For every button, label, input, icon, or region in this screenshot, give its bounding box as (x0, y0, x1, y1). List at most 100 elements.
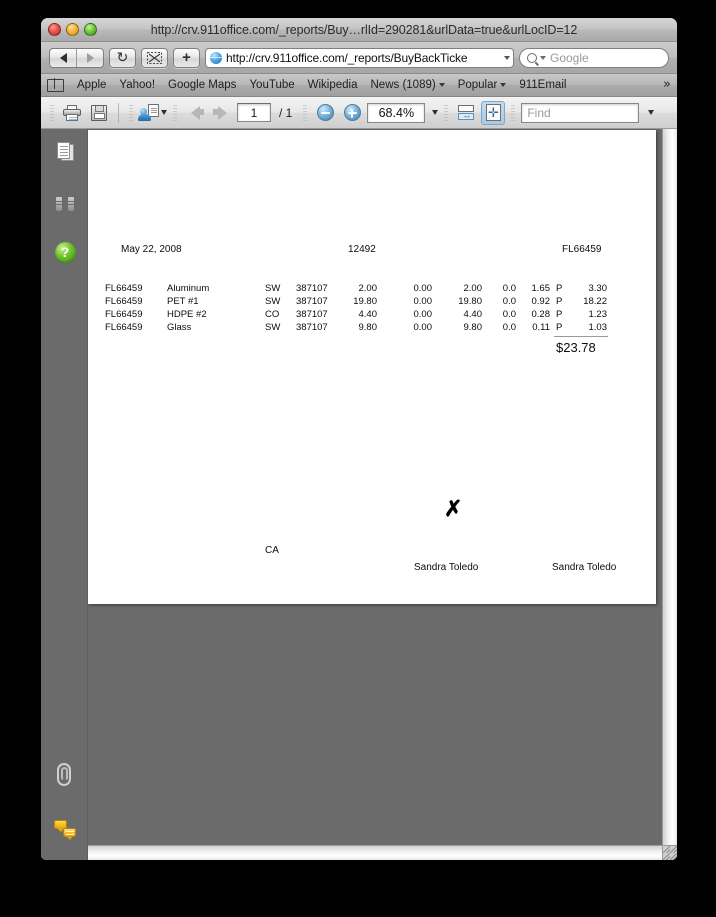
comment-bubbles-icon (54, 819, 76, 840)
sidebar-item-search[interactable] (52, 191, 78, 217)
bookmark-youtube[interactable]: YouTube (249, 79, 294, 91)
bookmark-label: Popular (457, 79, 498, 91)
cell-location: FL66459 (105, 309, 143, 320)
cell-amount: 18.22 (583, 296, 607, 307)
zoom-level-input[interactable]: 68.4% (367, 102, 426, 123)
back-button[interactable] (50, 49, 76, 67)
forward-button[interactable] (76, 48, 103, 67)
table-row: FL66459 HDPE #2 CO 387107 4.40 0.00 4.40… (88, 309, 656, 322)
signature-left: Sandra Toledo (414, 562, 479, 573)
bookmark-apple[interactable]: Apple (77, 79, 106, 91)
bookmark-label: Yahoo! (119, 79, 156, 91)
snippet-button[interactable] (141, 47, 168, 68)
url-input[interactable]: http://crv.911office.com/_reports/BuyBac… (205, 47, 514, 68)
cell-flag: P (556, 296, 563, 307)
cell-gross: 9.80 (358, 322, 378, 333)
page-number-input[interactable]: 1 (237, 103, 271, 122)
sidebar-item-pages[interactable] (52, 139, 78, 165)
bookmark-google-maps[interactable]: Google Maps (168, 79, 236, 91)
state-code: CA (265, 545, 279, 556)
cell-percent: 0.0 (502, 309, 516, 320)
cell-tare: 0.00 (413, 296, 433, 307)
search-icon (527, 52, 537, 63)
next-page-button[interactable] (210, 101, 234, 125)
toolbar-grip[interactable] (129, 104, 133, 121)
cell-type: SW (265, 283, 281, 294)
save-button[interactable] (87, 101, 111, 125)
minimize-button[interactable] (66, 23, 79, 36)
previous-page-button[interactable] (183, 101, 207, 125)
floppy-disk-icon (91, 104, 107, 121)
cell-percent: 0.0 (502, 283, 516, 294)
ticket-number: 12492 (348, 244, 376, 255)
chevron-down-icon[interactable] (648, 110, 655, 115)
cell-material: PET #1 (167, 296, 199, 307)
toolbar-grip[interactable] (173, 104, 177, 121)
toolbar-grip[interactable] (50, 104, 54, 121)
zoom-button[interactable] (84, 23, 97, 36)
binoculars-icon (55, 196, 75, 212)
sign-document-button[interactable] (138, 101, 167, 125)
sidebar-item-comments[interactable] (52, 815, 78, 841)
bookmarks-overflow-icon[interactable]: » (663, 77, 671, 92)
cell-rate: 0.28 (531, 309, 551, 320)
chevron-down-icon (438, 83, 445, 87)
find-input[interactable]: Find (521, 102, 640, 123)
add-bookmark-button[interactable]: + (173, 47, 200, 68)
reload-button[interactable]: ↻ (109, 47, 136, 68)
print-button[interactable] (60, 101, 84, 125)
pdf-canvas[interactable]: May 22, 2008 12492 FL66459 FL66459 Alumi… (88, 129, 677, 860)
bookmark-label: News (1089) (370, 79, 436, 91)
chevron-down-icon[interactable] (540, 55, 546, 60)
divider (118, 102, 119, 123)
cell-net: 2.00 (463, 283, 483, 294)
bookmark-label: YouTube (249, 79, 295, 91)
next-page-arrow-icon (212, 105, 232, 121)
bookmark-911email[interactable]: 911Email (519, 79, 566, 91)
bookmark-popular[interactable]: Popular (458, 79, 507, 91)
cell-gross: 4.40 (358, 309, 378, 320)
fit-width-button[interactable] (454, 101, 478, 125)
sidebar-item-attachments[interactable] (52, 762, 78, 788)
plus-icon: + (182, 49, 191, 66)
toolbar-grip[interactable] (511, 104, 516, 121)
close-button[interactable] (48, 23, 61, 36)
zoom-out-button[interactable] (313, 101, 337, 125)
forward-arrow-icon (86, 52, 94, 63)
sign-document-icon (138, 104, 159, 121)
cell-tare: 0.00 (413, 309, 433, 320)
cell-cert: 387107 (296, 309, 328, 320)
book-icon[interactable] (47, 78, 64, 92)
sidebar-item-help[interactable]: ? (52, 239, 78, 265)
fit-page-icon (485, 104, 501, 121)
cell-percent: 0.0 (502, 322, 516, 333)
cell-flag: P (556, 309, 563, 320)
cell-type: CO (265, 309, 280, 320)
chevron-down-icon[interactable] (504, 55, 510, 60)
cell-tare: 0.00 (413, 283, 433, 294)
fit-page-button[interactable] (481, 100, 506, 125)
snippet-icon (147, 51, 162, 64)
table-row: FL66459 Glass SW 387107 9.80 0.00 9.80 0… (88, 322, 656, 335)
cell-type: SW (265, 322, 281, 333)
url-text: http://crv.911office.com/_reports/BuyBac… (226, 50, 468, 65)
chevron-down-icon[interactable] (432, 110, 439, 115)
table-row: FL66459 PET #1 SW 387107 19.80 0.00 19.8… (88, 296, 656, 309)
chevron-down-icon (500, 83, 507, 87)
zoom-in-icon (343, 104, 361, 121)
chevron-down-icon[interactable] (161, 110, 167, 115)
bookmark-label: Wikipedia (307, 79, 358, 91)
bookmark-yahoo[interactable]: Yahoo! (119, 79, 155, 91)
resize-grip[interactable] (662, 845, 677, 860)
horizontal-scrollbar[interactable] (88, 845, 662, 860)
bookmark-wikipedia[interactable]: Wikipedia (308, 79, 358, 91)
bookmark-news[interactable]: News (1089) (371, 79, 445, 91)
toolbar-grip[interactable] (444, 104, 449, 121)
cell-gross: 19.80 (353, 296, 377, 307)
cell-flag: P (556, 322, 563, 333)
toolbar-grip[interactable] (303, 104, 308, 121)
search-input[interactable]: Google (519, 47, 669, 68)
vertical-scrollbar[interactable] (662, 129, 677, 845)
zoom-in-button[interactable] (340, 101, 364, 125)
cell-cert: 387107 (296, 322, 328, 333)
